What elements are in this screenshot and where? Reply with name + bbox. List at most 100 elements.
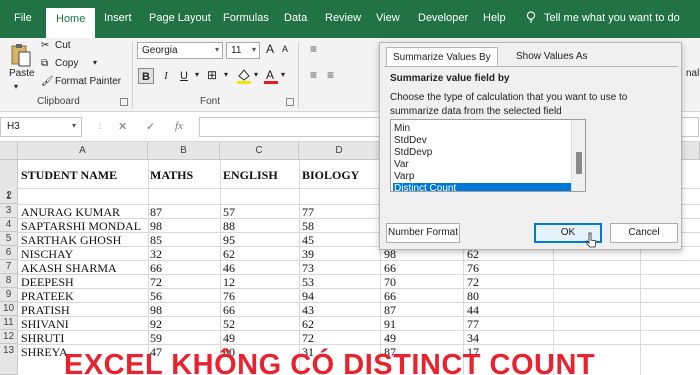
- column-header-c[interactable]: C: [220, 142, 299, 160]
- column-header-d[interactable]: D: [299, 142, 380, 160]
- copy-button[interactable]: Copy: [55, 58, 78, 69]
- table-cell[interactable]: 52: [223, 317, 235, 332]
- table-cell[interactable]: 70: [384, 275, 396, 290]
- table-cell[interactable]: PRATISH: [21, 303, 70, 318]
- format-painter-button[interactable]: Format Painter: [55, 76, 121, 87]
- fill-color-icon[interactable]: [236, 67, 252, 85]
- summarize-function-list[interactable]: Min StdDev StdDevp Var Varp Distinct Cou…: [390, 119, 586, 192]
- list-item-selected[interactable]: Distinct Count: [393, 183, 571, 191]
- fill-color-dropdown-icon[interactable]: ▾: [254, 70, 258, 79]
- cell-header-student-name[interactable]: STUDENT NAME: [21, 168, 117, 183]
- paste-dropdown-icon[interactable]: ▾: [14, 82, 18, 91]
- table-cell[interactable]: PRATEEK: [21, 289, 74, 304]
- copy-icon[interactable]: ⧉: [41, 58, 48, 69]
- font-color-dropdown-icon[interactable]: ▾: [281, 70, 285, 79]
- table-cell[interactable]: 43: [302, 303, 314, 318]
- scroll-thumb[interactable]: [576, 152, 582, 174]
- row-header-4[interactable]: 4: [0, 218, 18, 232]
- table-cell[interactable]: SHIVANI: [21, 317, 69, 332]
- table-cell[interactable]: 58: [302, 219, 314, 234]
- table-cell[interactable]: 77: [467, 317, 479, 332]
- row-header-9[interactable]: 9: [0, 288, 18, 302]
- table-cell[interactable]: 32: [150, 247, 162, 262]
- table-cell[interactable]: 66: [223, 303, 235, 318]
- tab-show-values-as[interactable]: Show Values As: [510, 47, 594, 67]
- tab-summarize-values-by[interactable]: Summarize Values By: [386, 47, 498, 67]
- menu-insert[interactable]: Insert: [104, 12, 132, 24]
- menu-review[interactable]: Review: [325, 12, 361, 24]
- table-cell[interactable]: 45: [302, 233, 314, 248]
- table-cell[interactable]: 80: [467, 289, 479, 304]
- table-cell[interactable]: 85: [150, 233, 162, 248]
- italic-button[interactable]: I: [158, 68, 174, 84]
- table-cell[interactable]: AKASH SHARMA: [21, 261, 117, 276]
- row-header-10[interactable]: 10: [0, 302, 18, 316]
- row-header-12[interactable]: 12: [0, 330, 18, 344]
- table-cell[interactable]: 88: [223, 219, 235, 234]
- borders-dropdown-icon[interactable]: ▾: [224, 70, 228, 79]
- align-top-icon[interactable]: ≡: [310, 42, 317, 56]
- table-cell[interactable]: 72: [467, 275, 479, 290]
- table-cell[interactable]: 62: [302, 317, 314, 332]
- font-launcher-icon[interactable]: [286, 98, 294, 106]
- table-cell[interactable]: 76: [467, 261, 479, 276]
- table-cell[interactable]: 87: [384, 303, 396, 318]
- list-item[interactable]: Var: [393, 159, 571, 171]
- table-cell[interactable]: 66: [384, 289, 396, 304]
- cell-header-maths[interactable]: MATHS: [150, 168, 193, 183]
- format-painter-icon[interactable]: 🖌: [41, 76, 54, 87]
- table-cell[interactable]: ANURAG KUMAR: [21, 205, 120, 220]
- table-cell[interactable]: 39: [302, 247, 314, 262]
- shrink-font-button[interactable]: A: [282, 44, 288, 54]
- underline-dropdown-icon[interactable]: ▾: [195, 70, 199, 79]
- copy-dropdown-icon[interactable]: ▾: [93, 58, 97, 67]
- table-cell[interactable]: 53: [302, 275, 314, 290]
- table-cell[interactable]: 77: [302, 205, 314, 220]
- insert-function-icon[interactable]: fx: [175, 120, 183, 132]
- list-item[interactable]: StdDev: [393, 135, 571, 147]
- cancel-icon[interactable]: ✕: [118, 120, 127, 133]
- table-cell[interactable]: 94: [302, 289, 314, 304]
- table-cell[interactable]: 44: [467, 303, 479, 318]
- table-cell[interactable]: SARTHAK GHOSH: [21, 233, 121, 248]
- table-cell[interactable]: SHRUTI: [21, 331, 64, 346]
- list-scrollbar[interactable]: [571, 120, 585, 191]
- menu-home[interactable]: Home: [46, 8, 96, 38]
- menu-developer[interactable]: Developer: [418, 12, 468, 24]
- table-cell[interactable]: 98: [150, 303, 162, 318]
- table-cell[interactable]: SAPTARSHI MONDAL: [21, 219, 141, 234]
- paste-icon[interactable]: [10, 42, 32, 68]
- row-header-7[interactable]: 7: [0, 260, 18, 274]
- table-cell[interactable]: 73: [302, 261, 314, 276]
- enter-icon[interactable]: ✓: [146, 120, 155, 133]
- table-cell[interactable]: 66: [384, 261, 396, 276]
- row-header-11[interactable]: 11: [0, 316, 18, 330]
- table-cell[interactable]: 92: [150, 317, 162, 332]
- font-size-select[interactable]: 11 ▾: [226, 42, 260, 59]
- row-header-13[interactable]: 13: [0, 344, 18, 375]
- table-cell[interactable]: 62: [223, 247, 235, 262]
- select-all-corner[interactable]: [0, 142, 18, 160]
- cut-button[interactable]: Cut: [55, 40, 71, 51]
- table-cell[interactable]: 49: [384, 331, 396, 346]
- table-cell[interactable]: 59: [150, 331, 162, 346]
- table-cell[interactable]: 91: [384, 317, 396, 332]
- row-header-8[interactable]: 8: [0, 274, 18, 288]
- number-format-button[interactable]: Number Format: [386, 223, 460, 243]
- table-cell[interactable]: 57: [223, 205, 235, 220]
- font-color-icon[interactable]: A: [264, 67, 278, 85]
- cut-icon[interactable]: ✂: [41, 40, 49, 51]
- table-cell[interactable]: NISCHAY: [21, 247, 73, 262]
- cancel-button[interactable]: Cancel: [610, 223, 678, 243]
- menu-formulas[interactable]: Formulas: [223, 12, 269, 24]
- menu-page-layout[interactable]: Page Layout: [149, 12, 211, 24]
- table-cell[interactable]: 46: [223, 261, 235, 276]
- row-header-5[interactable]: 5: [0, 232, 18, 246]
- table-cell[interactable]: SHREYA: [21, 345, 68, 360]
- borders-icon[interactable]: ⊞: [207, 68, 217, 82]
- table-cell[interactable]: 56: [150, 289, 162, 304]
- table-cell[interactable]: 72: [150, 275, 162, 290]
- align-center-icon[interactable]: ≡: [327, 68, 334, 82]
- menu-help[interactable]: Help: [483, 12, 506, 24]
- menu-file[interactable]: File: [14, 12, 32, 24]
